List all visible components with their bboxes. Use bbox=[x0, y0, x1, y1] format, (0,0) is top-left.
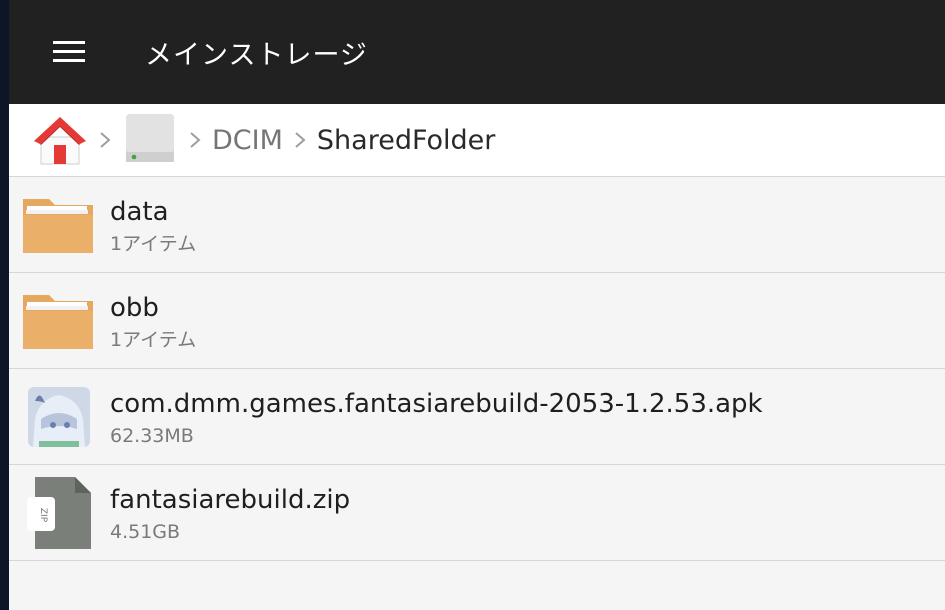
chevron-right-icon bbox=[100, 132, 111, 148]
file-meta: 1アイテム bbox=[110, 232, 197, 255]
file-name: fantasiarebuild.zip bbox=[110, 484, 351, 515]
file-meta: 1アイテム bbox=[110, 328, 197, 351]
chevron-right-icon bbox=[190, 132, 201, 148]
file-list: data 1アイテム obb 1アイテム com.dmm.games.fanta… bbox=[9, 177, 945, 561]
file-name: data bbox=[110, 196, 169, 227]
app-bar: メインストレージ bbox=[9, 0, 945, 104]
folder-icon bbox=[21, 187, 97, 263]
home-icon[interactable] bbox=[32, 112, 88, 168]
file-meta: 4.51GB bbox=[110, 520, 181, 543]
file-manager-app: メインストレージ DCIM SharedFolder data 1アイテム ob… bbox=[9, 0, 945, 610]
page-title: メインストレージ bbox=[145, 39, 368, 71]
file-name: com.dmm.games.fantasiarebuild-2053-1.2.5… bbox=[110, 388, 763, 419]
list-item[interactable]: ZIP fantasiarebuild.zip 4.51GB bbox=[9, 465, 945, 561]
apk-app-icon bbox=[21, 379, 97, 455]
breadcrumb-item-sharedfolder[interactable]: SharedFolder bbox=[317, 125, 496, 156]
folder-icon bbox=[21, 283, 97, 359]
breadcrumb-item-dcim[interactable]: DCIM bbox=[212, 125, 283, 156]
list-item[interactable]: data 1アイテム bbox=[9, 177, 945, 273]
hamburger-menu-icon[interactable] bbox=[49, 32, 89, 72]
breadcrumb: DCIM SharedFolder bbox=[9, 104, 945, 177]
list-item[interactable]: com.dmm.games.fantasiarebuild-2053-1.2.5… bbox=[9, 369, 945, 465]
zip-archive-icon: ZIP bbox=[21, 475, 97, 551]
drive-icon[interactable] bbox=[122, 112, 178, 168]
file-name: obb bbox=[110, 292, 159, 323]
chevron-right-icon bbox=[295, 132, 306, 148]
svg-text:ZIP: ZIP bbox=[38, 507, 48, 522]
list-item[interactable]: obb 1アイテム bbox=[9, 273, 945, 369]
file-meta: 62.33MB bbox=[110, 424, 194, 447]
